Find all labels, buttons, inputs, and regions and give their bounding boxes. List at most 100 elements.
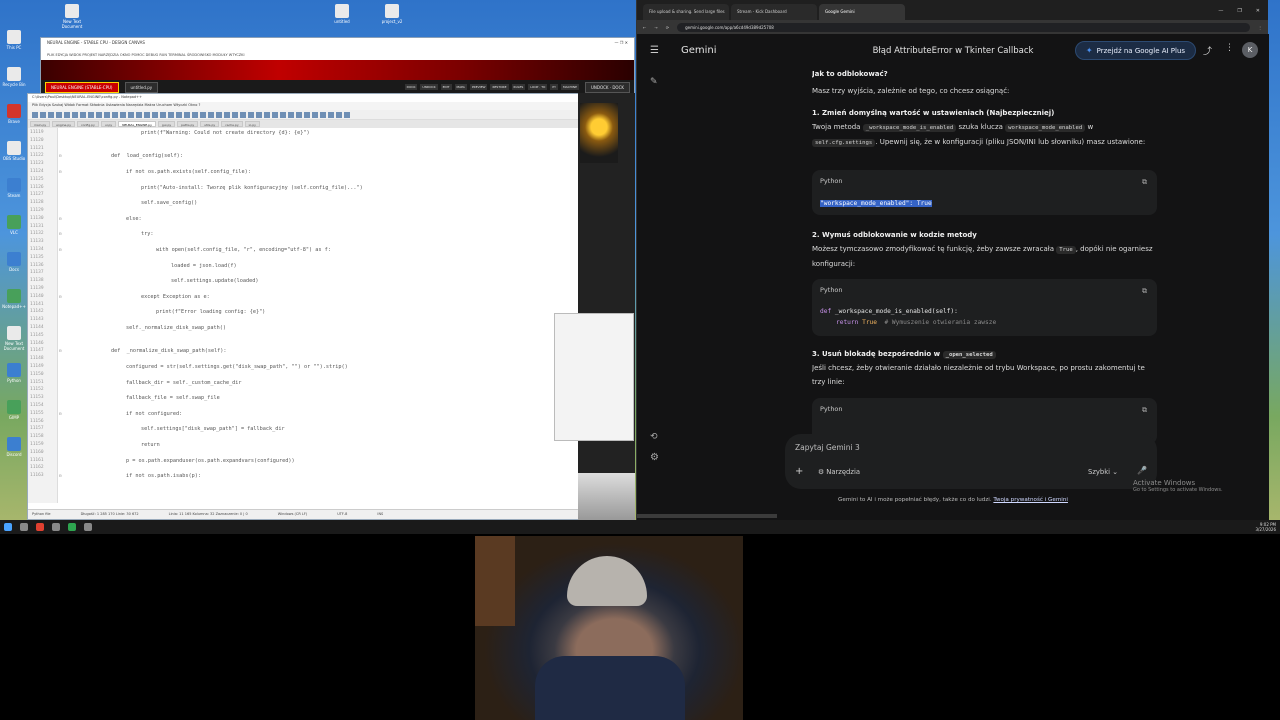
tools-button[interactable]: ⚙ Narzędzia xyxy=(818,468,860,476)
forward-icon[interactable]: → xyxy=(654,25,657,30)
desktop-icon[interactable]: Steam xyxy=(2,178,26,204)
desktop-icon[interactable]: project_v2 xyxy=(380,4,404,30)
toolbar-button-icon[interactable] xyxy=(64,112,70,118)
close-icon[interactable]: ✕ xyxy=(1256,8,1260,14)
browser-tab[interactable]: File upload & sharing. Send large files xyxy=(643,4,729,20)
code-area[interactable]: 11119 print(f"Warning: Could not create d… xyxy=(28,128,578,503)
toolbar-button-icon[interactable] xyxy=(280,112,286,118)
fold-icon[interactable]: ⊟ xyxy=(59,294,61,299)
toolbar-button-icon[interactable] xyxy=(72,112,78,118)
toolbar-button-icon[interactable] xyxy=(200,112,206,118)
back-icon[interactable]: ← xyxy=(643,25,646,30)
toolbar-button-icon[interactable] xyxy=(96,112,102,118)
engine-mini-tab[interactable]: MACHINE xyxy=(561,84,579,90)
desktop-icon[interactable]: VLC xyxy=(2,215,26,241)
toolbar-button-icon[interactable] xyxy=(240,112,246,118)
engine-mini-tab[interactable]: RULES xyxy=(511,84,526,90)
mic-icon[interactable]: 🎤 xyxy=(1137,466,1147,475)
toolbar-button-icon[interactable] xyxy=(192,112,198,118)
toolbar-button-icon[interactable] xyxy=(216,112,222,118)
engine-mini-tab[interactable]: MAPA xyxy=(454,84,467,90)
copy-icon[interactable]: ⧉ xyxy=(1142,404,1147,418)
code-editor-window[interactable]: C:\Users\Paul\Desktop\NEURAL-ENGINE\conf… xyxy=(27,93,579,520)
fold-icon[interactable]: ⊟ xyxy=(59,169,61,174)
desktop-icon[interactable]: Discord xyxy=(2,437,26,463)
fold-icon[interactable]: ⊟ xyxy=(59,247,61,252)
engine-label[interactable]: NEURAL ENGINE (STABLE-CPU) xyxy=(45,81,119,93)
toolbar-button-icon[interactable] xyxy=(128,112,134,118)
code-editor-tab[interactable]: io.py xyxy=(244,121,260,127)
toolbar-button-icon[interactable] xyxy=(208,112,214,118)
file-tab[interactable]: untitled.py xyxy=(124,81,159,93)
notepad-icon[interactable] xyxy=(84,523,92,531)
maximize-icon[interactable]: ❐ xyxy=(1237,8,1241,14)
desktop-icon[interactable]: Docs xyxy=(2,252,26,278)
toolbar-button-icon[interactable] xyxy=(328,112,334,118)
desktop-icon[interactable]: New Text Document xyxy=(60,4,84,30)
prompt-box[interactable]: Zapytaj Gemini 3 + ⚙ Narzędzia Szybki ⌄ … xyxy=(785,434,1157,489)
engine-mini-tab[interactable]: DOCK xyxy=(404,84,418,90)
reload-icon[interactable]: ⟳ xyxy=(666,25,669,30)
toolbar-button-icon[interactable] xyxy=(56,112,62,118)
fold-icon[interactable]: ⊟ xyxy=(59,216,61,221)
code-editor-tab[interactable]: main.py xyxy=(30,121,51,127)
add-icon[interactable]: + xyxy=(795,466,803,477)
toolbar-button-icon[interactable] xyxy=(112,112,118,118)
new-chat-icon[interactable]: ✎ xyxy=(650,77,658,87)
editor-titlebar[interactable]: NEURAL ENGINE - STABLE CPU - DESIGN CANV… xyxy=(41,38,634,52)
toolbar-button-icon[interactable] xyxy=(304,112,310,118)
toolbar-button-icon[interactable] xyxy=(264,112,270,118)
toolbar-button-icon[interactable] xyxy=(104,112,110,118)
toolbar-button-icon[interactable] xyxy=(232,112,238,118)
start-icon[interactable] xyxy=(4,523,12,531)
toolbar-button-icon[interactable] xyxy=(296,112,302,118)
desktop-icon[interactable]: GIMP xyxy=(2,400,26,426)
prompt-input[interactable]: Zapytaj Gemini 3 xyxy=(795,443,860,452)
code-editor-tab[interactable]: cache.py xyxy=(221,121,243,127)
code-editor-tab[interactable]: config.py xyxy=(77,121,99,127)
extensions-icon[interactable]: ⋮ xyxy=(1258,25,1262,30)
toolbar-button-icon[interactable] xyxy=(344,112,350,118)
desktop-icon[interactable]: untitled xyxy=(330,4,354,30)
browser-window[interactable]: File upload & sharing. Send large files S… xyxy=(636,0,1269,520)
code-editor-tab[interactable]: ui.py xyxy=(100,121,117,127)
desktop-icon[interactable]: Python xyxy=(2,363,26,389)
toolbar-button-icon[interactable] xyxy=(80,112,86,118)
toolbar-button-icon[interactable] xyxy=(184,112,190,118)
folder-icon[interactable] xyxy=(68,523,76,531)
toolbar-button-icon[interactable] xyxy=(312,112,318,118)
dock-tab[interactable]: UNDOCK · DOCK xyxy=(584,81,630,93)
minimize-icon[interactable]: — xyxy=(1218,8,1223,14)
code-editor-tab[interactable]: NEURAL_ENGINE.py xyxy=(118,121,156,127)
small-dialog[interactable] xyxy=(554,313,634,441)
code-editor-tab[interactable]: paths.py xyxy=(177,121,199,127)
search-icon[interactable] xyxy=(20,523,28,531)
toolbar-button-icon[interactable] xyxy=(88,112,94,118)
desktop-icon[interactable]: Recycle Bin xyxy=(2,67,26,93)
toolbar-button-icon[interactable] xyxy=(120,112,126,118)
toolbar-button-icon[interactable] xyxy=(40,112,46,118)
toolbar-button-icon[interactable] xyxy=(336,112,342,118)
toolbar-button-icon[interactable] xyxy=(136,112,142,118)
model-speed-select[interactable]: Szybki ⌄ xyxy=(1088,468,1118,476)
engine-mini-tab[interactable]: PY xyxy=(550,84,558,90)
browser-tab[interactable]: Google Gemini xyxy=(819,4,905,20)
fold-icon[interactable]: ⊟ xyxy=(59,231,61,236)
engine-mini-tab[interactable]: EDIT xyxy=(440,84,452,90)
toolbar-button-icon[interactable] xyxy=(320,112,326,118)
code-editor-tab[interactable]: engine.py xyxy=(52,121,76,127)
desktop-icon[interactable]: Brave xyxy=(2,104,26,130)
code-editor-menubar[interactable]: Plik Edycja Szukaj Widok Format Składnia… xyxy=(28,102,578,110)
toolbar-button-icon[interactable] xyxy=(272,112,278,118)
toolbar-button-icon[interactable] xyxy=(176,112,182,118)
copy-icon[interactable]: ⧉ xyxy=(1142,285,1147,299)
avatar[interactable]: K xyxy=(1242,42,1258,58)
fold-icon[interactable]: ⊟ xyxy=(59,411,61,416)
toolbar-button-icon[interactable] xyxy=(168,112,174,118)
more-options-icon[interactable]: ⋮ xyxy=(1225,43,1234,53)
engine-mini-tab[interactable]: UNDOCK xyxy=(420,84,438,90)
editor-menubar[interactable]: PLIK EDYCJA WIDOK PROJEKT NARZĘDZIA OKNO… xyxy=(41,52,634,60)
fold-icon[interactable]: ⊟ xyxy=(59,348,61,353)
toolbar-button-icon[interactable] xyxy=(256,112,262,118)
browser-tab[interactable]: Stream - Kick Dashboard xyxy=(731,4,817,20)
